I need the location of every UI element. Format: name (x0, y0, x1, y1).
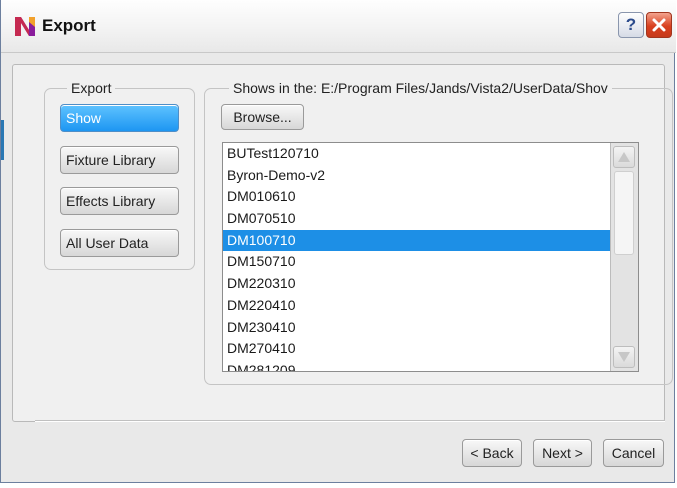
export-dialog: Export ? Export Show Fixture Library Eff… (0, 0, 676, 483)
window-edge-accent (1, 120, 4, 160)
list-item[interactable]: DM220310 (223, 273, 638, 295)
close-icon (652, 18, 666, 32)
shows-list-scrollbar[interactable] (610, 143, 638, 371)
window-title: Export (42, 16, 96, 35)
show-button[interactable]: Show (60, 104, 179, 132)
help-button[interactable]: ? (618, 12, 644, 38)
next-button[interactable]: Next > (533, 439, 592, 467)
list-item[interactable]: Byron-Demo-v2 (223, 165, 638, 187)
scroll-down-button[interactable] (613, 346, 635, 368)
list-item[interactable]: DM220410 (223, 295, 638, 317)
list-item[interactable]: DM270410 (223, 338, 638, 360)
shows-path-label: Shows in the: E:/Program Files/Jands/Vis… (229, 80, 612, 96)
title-bar: Export ? (1, 0, 676, 53)
list-item[interactable]: DM010610 (223, 186, 638, 208)
back-button[interactable]: < Back (462, 439, 522, 467)
footer-separator (35, 420, 665, 422)
list-item[interactable]: DM100710 (223, 229, 638, 252)
list-item[interactable]: DM230410 (223, 317, 638, 339)
browse-button[interactable]: Browse... (221, 104, 304, 130)
app-logo-icon (15, 17, 35, 36)
cancel-button[interactable]: Cancel (603, 439, 664, 467)
scroll-thumb[interactable] (614, 171, 634, 255)
all-user-data-button[interactable]: All User Data (60, 229, 179, 257)
list-item[interactable]: DM070510 (223, 208, 638, 230)
arrow-up-icon (618, 152, 630, 162)
effects-library-button[interactable]: Effects Library (60, 187, 179, 215)
fixture-library-button[interactable]: Fixture Library (60, 146, 179, 174)
scroll-up-button[interactable] (613, 146, 635, 168)
export-group-legend: Export (67, 80, 116, 96)
arrow-down-icon (618, 352, 630, 362)
list-item[interactable]: DM150710 (223, 251, 638, 273)
list-item[interactable]: DM281209 (223, 360, 638, 371)
close-button[interactable] (646, 12, 672, 38)
list-item[interactable]: BUTest120710 (223, 143, 638, 165)
shows-list[interactable]: BUTest120710 Byron-Demo-v2 DM010610 DM07051… (222, 142, 639, 372)
